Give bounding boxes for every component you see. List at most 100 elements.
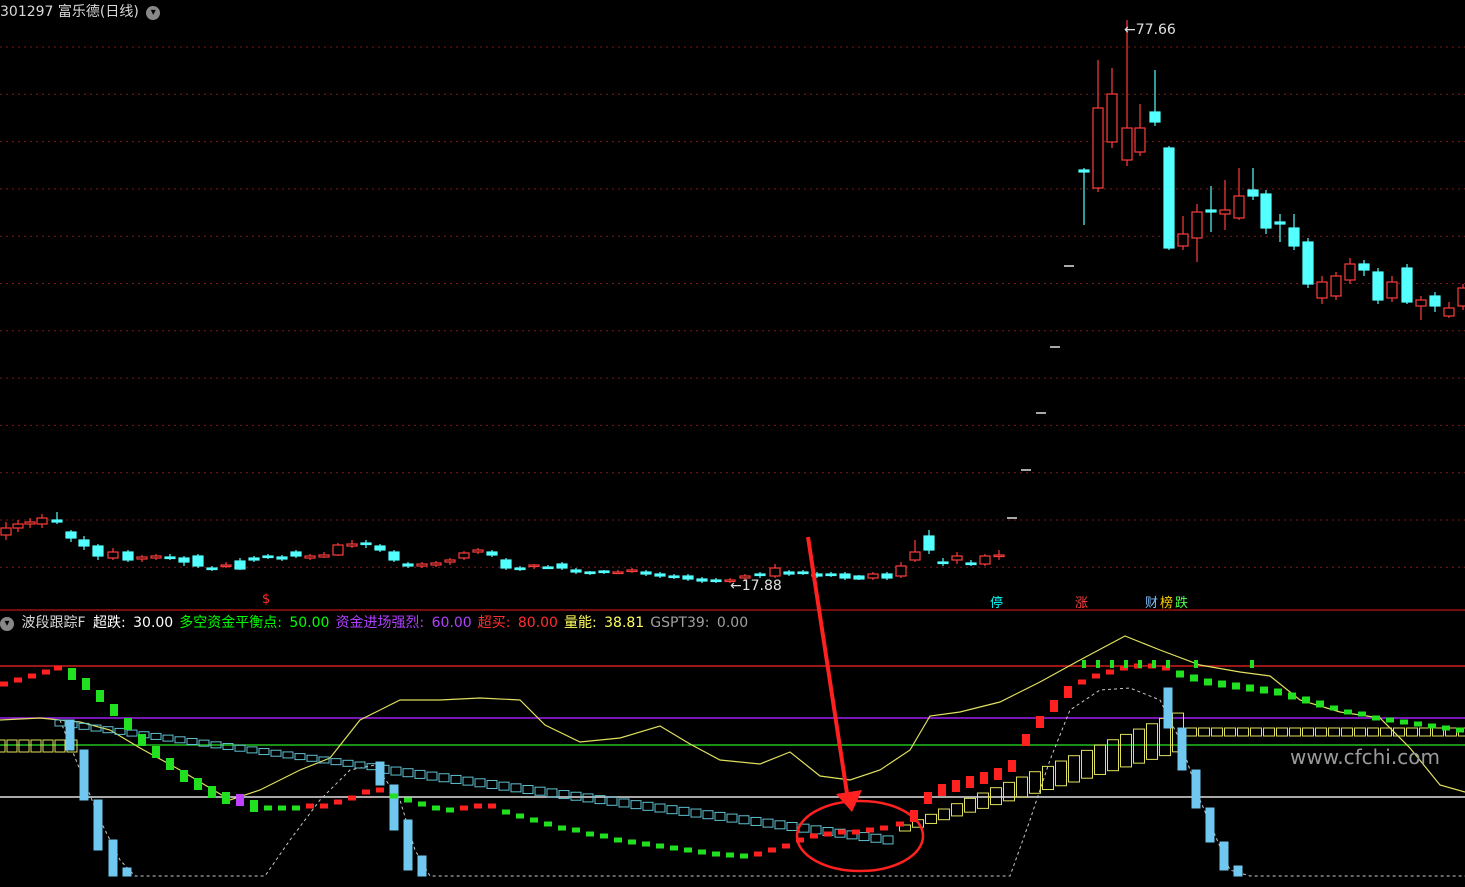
cyan-band-bar [294,753,306,761]
indicator-series [0,635,1465,877]
signal-dash [980,772,988,784]
candle [1219,209,1231,215]
candle [24,521,36,525]
cyan-band-bar [258,748,270,756]
indicator-header: ▾ 波段跟踪F 超跌: 30.00 多空资金平衡点: 50.00 资金进场强烈: 6… [0,612,757,632]
candle [1344,263,1356,281]
signal-dash [684,847,692,853]
signal-dash [348,795,356,801]
cyan-band-bar [426,771,438,781]
cyan-band-bar [522,785,534,795]
cyan-band-bar [414,769,426,779]
signal-dash [138,734,146,746]
signal-dash [1190,674,1198,682]
signal-dash [488,803,496,809]
candle [290,551,302,557]
candle [430,562,442,566]
candle [542,566,554,570]
candle [36,517,48,525]
signal-dash [938,784,946,796]
yellow-band-bar [1133,728,1145,764]
candle [1386,281,1398,299]
watermark: www.cfchi.com [1290,745,1440,769]
signal-dash [768,847,776,853]
top-tick [1096,660,1100,668]
candle [388,551,400,561]
yellow-band-bar [0,739,6,753]
yellow-band-bar [6,739,18,753]
candle [12,523,24,529]
cyan-band-bar [234,744,246,752]
candle [853,575,865,580]
yellow-band-bar [1263,727,1275,737]
param-4-label: 量能: [563,615,597,631]
signal-dash [838,829,846,835]
yellow-band-bar [951,803,963,817]
event-tag-3: 财 [1145,596,1159,611]
candle [0,527,12,536]
signal-dash [1218,680,1226,688]
cyan-band-bar [762,818,774,828]
cyan-band-bar [546,788,558,798]
candle [668,575,680,579]
chevron-down-icon[interactable]: ▾ [0,617,14,631]
signal-dash [600,833,608,839]
signal-dash [1302,696,1310,704]
candle [178,557,190,563]
candle [234,560,246,570]
candle [1134,127,1146,153]
indicator-params: 超跌: 30.00 多空资金平衡点: 50.00 资金进场强烈: 60.00 超买: … [93,615,754,631]
signal-dash [896,821,904,827]
candle [556,563,568,569]
signal-dash [726,852,734,858]
candle [1121,127,1133,161]
cyan-band-bar [150,732,162,740]
candle [654,573,666,577]
yellow-band-bar [30,739,42,753]
candle [92,545,104,557]
candle [965,562,977,566]
candle [220,564,232,568]
blue-spike-bar [1191,769,1201,809]
cyan-band-bar [750,816,762,826]
signal-dash [1330,705,1338,711]
yellow-band-bar [1211,727,1223,737]
candle [1443,307,1455,317]
signal-dash [1400,719,1408,725]
price-low-value: 17.88 [741,578,782,594]
yellow-band-bar [1276,727,1288,737]
signal-dash [642,841,650,847]
chevron-down-icon[interactable]: ▾ [146,6,161,20]
cyan-band-bar [534,786,546,796]
candle [1401,267,1413,303]
top-tick [1166,660,1170,668]
blue-spike-bar [1163,687,1173,729]
candle [248,557,260,561]
yellow-band-bar [1380,727,1392,737]
signal-dash [166,758,174,770]
candle [598,570,610,574]
signal-dash [446,807,454,813]
candle [136,556,148,560]
candle [458,552,470,559]
blue-spike-bar [375,761,385,786]
signal-dash [544,821,552,827]
signal-dash [180,770,188,782]
signal-dash [292,805,300,811]
candle [993,554,1005,558]
signal-dash [376,787,384,793]
signal-dash [208,786,216,798]
candle [374,545,386,551]
cyan-band-bar [870,833,882,843]
yellow-band-bar [1120,733,1132,768]
yellow-band-bar [1393,727,1405,737]
stock-chart[interactable] [0,0,1465,887]
cyan-band-bar [678,806,690,816]
signal-dash [866,827,874,833]
candle [570,569,582,573]
signal-dash [952,780,960,792]
cyan-band-bar [882,835,894,845]
candle [78,539,90,547]
candle [1358,263,1370,271]
cyan-band-bar [810,825,822,835]
